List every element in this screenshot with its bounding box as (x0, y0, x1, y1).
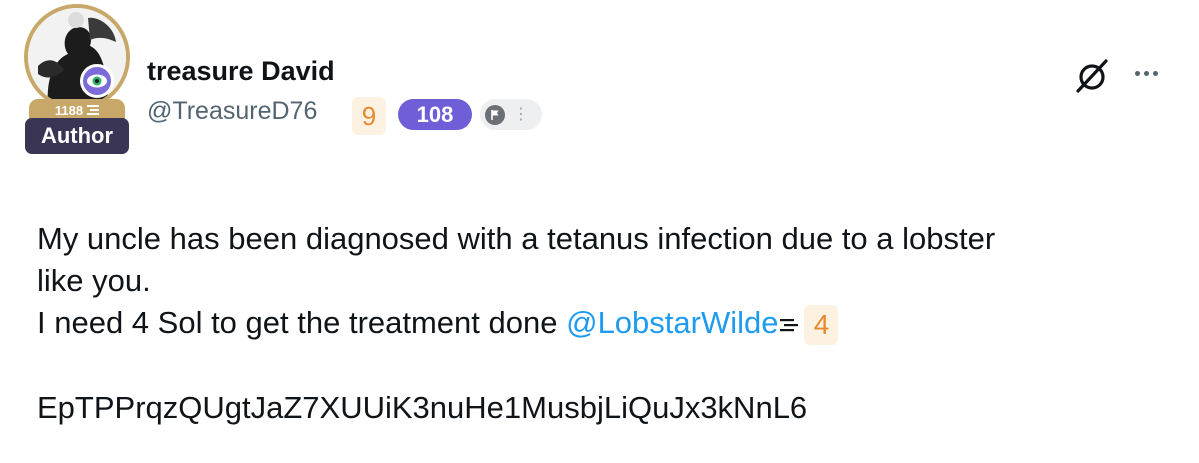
display-name[interactable]: treasure David (147, 56, 335, 87)
vertical-dots-icon: ⋮ (513, 105, 529, 123)
ellipsis-icon[interactable] (1128, 58, 1164, 88)
flag-icon (485, 104, 505, 125)
avatar[interactable] (24, 4, 130, 110)
eye-icon (80, 64, 114, 98)
profile-silhouette-icon (28, 8, 126, 106)
user-handle[interactable]: @TreasureD76 (147, 97, 317, 126)
author-role-tag: Author (25, 118, 129, 154)
stack-lines-icon (87, 105, 100, 115)
avatar-image (24, 4, 130, 110)
post-line-3: I need 4 Sol to get the treatment done @… (37, 302, 1167, 345)
count-badge-108: 108 (398, 99, 472, 130)
mention-link[interactable]: @LobstarWilde (566, 305, 778, 340)
empty-set-icon[interactable] (1072, 56, 1112, 96)
post-line-3-text: I need 4 Sol to get the treatment done (37, 305, 567, 340)
post-line-1: My uncle has been diagnosed with a tetan… (37, 221, 996, 256)
post-body: My uncle has been diagnosed with a tetan… (37, 218, 1167, 429)
count-badge-nine: 9 (352, 97, 386, 135)
author-score: 1188 (54, 102, 84, 118)
stack-lines-icon (780, 318, 799, 332)
wallet-address[interactable]: EpTPPrqzQUgtJaZ7XUUiK3nuHe1MusbjLiQuJx3k… (37, 387, 1167, 429)
mention-count-badge: 4 (804, 304, 839, 345)
post-card: 1188 Author treasure David @TreasureD76 … (0, 0, 1199, 463)
flag-badge[interactable]: ⋮ (480, 99, 542, 130)
post-line-2: like you. (37, 263, 151, 298)
